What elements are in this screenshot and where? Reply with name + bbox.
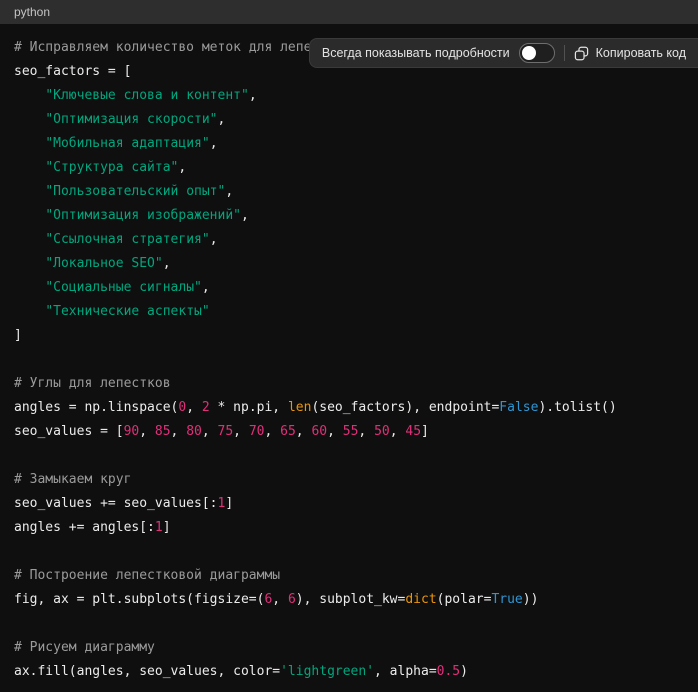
code-line: ax.fill(angles, seo_values, color='light… [14, 660, 684, 684]
code-line: "Социальные сигналы", [14, 276, 684, 300]
code-line [14, 540, 684, 564]
language-label: python [14, 5, 50, 19]
code-line: "Оптимизация скорости", [14, 108, 684, 132]
code-line: "Технические аспекты" [14, 300, 684, 324]
code-line: "Локальное SEO", [14, 252, 684, 276]
code-line [14, 444, 684, 468]
code-line: "Структура сайта", [14, 156, 684, 180]
copy-code-label: Копировать код [596, 46, 686, 60]
code-line: seo_values = [90, 85, 80, 75, 70, 65, 60… [14, 420, 684, 444]
always-show-details-label: Всегда показывать подробности [322, 46, 510, 60]
code-block-window: python # Исправляем количество меток для… [0, 0, 698, 692]
code-line: # Углы для лепестков [14, 372, 684, 396]
code-line: # Построение лепестковой диаграммы [14, 564, 684, 588]
code-header-bar: python [0, 0, 698, 24]
code-line: # Рисуем диаграмму [14, 636, 684, 660]
code-line: # Замыкаем круг [14, 468, 684, 492]
code-line: "Пользовательский опыт", [14, 180, 684, 204]
toggle-knob-icon [522, 46, 536, 60]
copy-icon [574, 46, 589, 61]
always-show-details-toggle[interactable] [519, 43, 555, 63]
toolbar-divider [564, 45, 565, 61]
code-line: angles = np.linspace(0, 2 * np.pi, len(s… [14, 396, 684, 420]
code-line: "Ссылочная стратегия", [14, 228, 684, 252]
code-line: "Ключевые слова и контент", [14, 84, 684, 108]
code-line: "Оптимизация изображений", [14, 204, 684, 228]
code-line: fig, ax = plt.subplots(figsize=(6, 6), s… [14, 588, 684, 612]
copy-code-button[interactable]: Копировать код [574, 46, 686, 61]
code-lines: # Исправляем количество меток для лепест… [14, 36, 684, 684]
code-line: "Мобильная адаптация", [14, 132, 684, 156]
code-area: # Исправляем количество меток для лепест… [0, 24, 698, 692]
code-line [14, 348, 684, 372]
code-line: ] [14, 324, 684, 348]
code-line: angles += angles[:1] [14, 516, 684, 540]
code-line: seo_values += seo_values[:1] [14, 492, 684, 516]
code-line [14, 612, 684, 636]
floating-toolbar: Всегда показывать подробности Копировать… [309, 38, 698, 68]
